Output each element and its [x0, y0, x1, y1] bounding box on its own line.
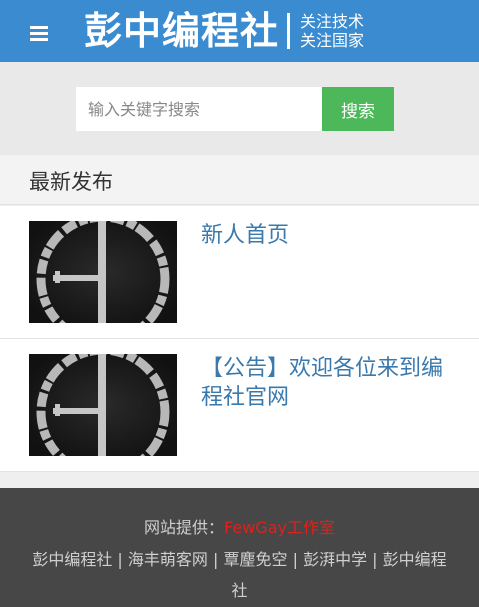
footer-link[interactable]: 彭中编程社 [32, 550, 112, 569]
section-title: 最新发布 [29, 170, 113, 194]
search-bar: 搜索 [0, 62, 479, 155]
search-input[interactable] [76, 87, 322, 131]
site-footer: 网站提供：FewGay工作室 彭中编程社 | 海丰萌客网 | 覃麈免空 | 彭湃… [0, 488, 479, 607]
footer-link[interactable]: 彭湃中学 [303, 550, 367, 569]
hamburger-icon[interactable] [28, 24, 50, 42]
footer-provided-by: 网站提供： [144, 518, 225, 537]
logo-divider [287, 13, 291, 49]
post-title[interactable]: 【公告】欢迎各位来到编程社官网 [201, 354, 451, 412]
post-item[interactable]: 新人首页 [0, 206, 479, 339]
footer-credit: 网站提供：FewGay工作室 [0, 514, 479, 538]
footer-link[interactable]: 海丰萌客网 [128, 550, 208, 569]
post-item[interactable]: 【公告】欢迎各位来到编程社官网 [0, 339, 479, 472]
footer-separator: | [287, 550, 304, 569]
site-logo[interactable]: 彭中编程社 关注技术 关注国家 [84, 6, 364, 56]
logo-slogan: 关注技术 关注国家 [300, 12, 364, 50]
logo-thumbnail-icon[interactable] [29, 354, 177, 456]
post-title[interactable]: 新人首页 [201, 221, 451, 250]
spacer [0, 472, 479, 488]
footer-separator: | [112, 550, 128, 569]
slogan-line-1: 关注技术 [300, 12, 365, 31]
footer-separator: | [207, 550, 224, 569]
section-header: 最新发布 [0, 155, 479, 205]
search-button[interactable]: 搜索 [322, 87, 394, 131]
slogan-line-2: 关注国家 [300, 31, 365, 50]
logo-thumbnail-icon[interactable] [29, 221, 177, 323]
logo-title: 彭中编程社 [84, 9, 280, 53]
footer-provider-link[interactable]: FewGay工作室 [224, 518, 335, 537]
footer-link[interactable]: 覃麈免空 [223, 550, 287, 569]
footer-links: 彭中编程社 | 海丰萌客网 | 覃麈免空 | 彭湃中学 | 彭中编程社 [28, 544, 451, 606]
footer-separator: | [367, 550, 383, 569]
top-header: 彭中编程社 关注技术 关注国家 [0, 0, 479, 62]
